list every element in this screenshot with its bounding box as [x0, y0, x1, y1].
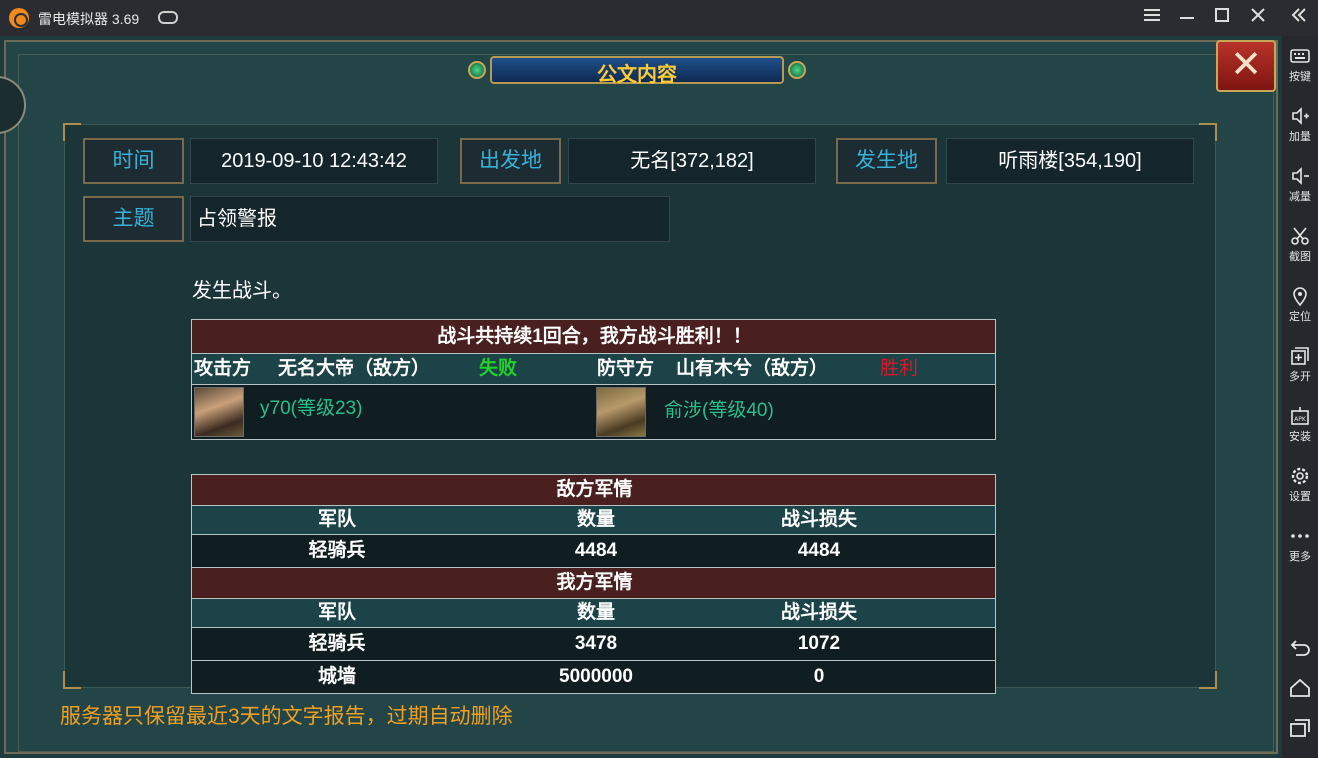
maximize-icon[interactable] — [1211, 6, 1235, 30]
sidebar-item-location[interactable]: 定位 — [1282, 280, 1318, 336]
troop-loss: 4484 — [797, 540, 841, 561]
defender-result: 胜利 — [880, 358, 919, 379]
origin-label: 出发地 — [460, 138, 561, 184]
sidebar-item-install-apk[interactable]: APK 安装 — [1282, 400, 1318, 456]
col-troops: 军队 — [317, 602, 356, 623]
attacker-general: y70(等级23) — [260, 398, 363, 419]
scissors-icon — [1291, 227, 1309, 245]
combatants-row: 攻击方 无名大帝（敌方） 失败 防守方 山有木兮（敌方） 胜利 — [191, 353, 996, 385]
volume-down-icon — [1292, 167, 1309, 185]
recent-apps-icon[interactable] — [1288, 716, 1312, 740]
dialog-title: 公文内容 — [597, 64, 677, 86]
sidebar-item-volume-up[interactable]: 加量 — [1282, 100, 1318, 156]
troop-count: 5000000 — [559, 666, 633, 687]
defender-label: 防守方 — [597, 358, 655, 379]
troop-loss: 0 — [813, 666, 825, 687]
double-chevron-left-icon[interactable] — [1287, 6, 1311, 30]
attacker-name: 无名大帝（敌方） — [278, 358, 431, 379]
enemy-section-row: 敌方军情 — [191, 474, 996, 506]
subject-value: 占领警报 — [190, 196, 670, 242]
time-value: 2019-09-10 12:43:42 — [190, 138, 438, 184]
window-title: 雷电模拟器 3.69 — [38, 11, 140, 27]
sidebar-item-screenshot[interactable]: 截图 — [1282, 220, 1318, 276]
attacker-label: 攻击方 — [194, 358, 252, 379]
troop-name: 轻骑兵 — [308, 540, 366, 561]
app-logo-icon — [9, 8, 29, 28]
volume-up-icon — [1292, 107, 1309, 125]
generals-row: y70(等级23) 俞涉(等级40) — [191, 384, 996, 440]
apk-icon: APK — [1291, 407, 1309, 425]
own-section-row: 我方军情 — [191, 567, 996, 599]
sidebar-item-multi-instance[interactable]: 多开 — [1282, 340, 1318, 396]
troop-count: 4484 — [574, 540, 618, 561]
sidebar-item-more[interactable]: 更多 — [1282, 520, 1318, 576]
table-row: 轻骑兵 3478 1072 — [191, 627, 996, 661]
col-loss: 战斗损失 — [780, 509, 857, 530]
keyboard-icon — [1290, 49, 1310, 63]
multi-window-icon — [1291, 347, 1309, 365]
menu-icon[interactable] — [1140, 6, 1164, 30]
troop-loss: 1072 — [797, 633, 841, 654]
retention-notice: 服务器只保留最近3天的文字报告，过期自动删除 — [60, 705, 513, 728]
enemy-section-title: 敌方军情 — [556, 479, 633, 500]
location-label: 发生地 — [836, 138, 937, 184]
defender-general-avatar — [596, 387, 646, 437]
close-icon[interactable] — [1246, 6, 1270, 30]
dialog-close-button[interactable]: ✕ — [1216, 40, 1276, 92]
sidebar-item-settings[interactable]: 设置 — [1282, 460, 1318, 516]
back-icon[interactable] — [1288, 636, 1312, 660]
battle-summary: 战斗共持续1回合，我方战斗胜利！！ — [437, 326, 752, 347]
emulator-sidebar: 按键 加量 减量 截图 定位 多开 APK 安装 设置 更多 — [1282, 36, 1318, 758]
game-viewport: 公文内容 ✕ 时间 2019-09-10 12:43:42 出发地 无名[372… — [0, 36, 1282, 758]
battle-report-table: 战斗共持续1回合，我方战斗胜利！！ 攻击方 无名大帝（敌方） 失败 防守方 山有… — [191, 319, 996, 661]
location-pin-icon — [1293, 287, 1307, 306]
col-count: 数量 — [576, 509, 615, 530]
minimize-icon[interactable] — [1176, 6, 1200, 30]
gear-icon — [1291, 467, 1309, 485]
troop-name: 轻骑兵 — [308, 633, 366, 654]
attacker-result: 失败 — [479, 358, 518, 379]
window-titlebar: 雷电模拟器 3.69 — [0, 0, 1318, 36]
sidebar-item-keymap[interactable]: 按键 — [1282, 40, 1318, 96]
battle-summary-row: 战斗共持续1回合，我方战斗胜利！！ — [191, 319, 996, 354]
col-loss: 战斗损失 — [780, 602, 857, 623]
sidebar-item-volume-down[interactable]: 减量 — [1282, 160, 1318, 216]
more-icon — [1291, 534, 1309, 538]
jade-ornament-icon — [468, 61, 486, 79]
own-header-row: 军队 数量 战斗损失 — [191, 598, 996, 628]
troop-count: 3478 — [574, 633, 618, 654]
own-section-title: 我方军情 — [556, 572, 633, 593]
table-row: 轻骑兵 4484 4484 — [191, 534, 996, 568]
subject-label: 主题 — [83, 196, 184, 242]
col-troops: 军队 — [317, 509, 356, 530]
origin-value: 无名[372,182] — [568, 138, 816, 184]
dialog-header: 公文内容 — [468, 48, 806, 92]
troop-name: 城墙 — [317, 666, 356, 687]
table-row: 城墙 5000000 0 — [191, 660, 996, 694]
report-body: 发生战斗。 — [192, 280, 292, 302]
location-value: 听雨楼[354,190] — [946, 138, 1194, 184]
attacker-general-avatar — [194, 387, 244, 437]
col-count: 数量 — [576, 602, 615, 623]
gamepad-icon[interactable] — [158, 11, 178, 24]
time-label: 时间 — [83, 138, 184, 184]
defender-general: 俞涉(等级40) — [664, 400, 774, 421]
enemy-header-row: 军队 数量 战斗损失 — [191, 505, 996, 535]
svg-text:APK: APK — [1294, 416, 1307, 423]
defender-name: 山有木兮（敌方） — [676, 358, 829, 379]
home-icon[interactable] — [1288, 676, 1312, 700]
jade-ornament-icon — [788, 61, 806, 79]
